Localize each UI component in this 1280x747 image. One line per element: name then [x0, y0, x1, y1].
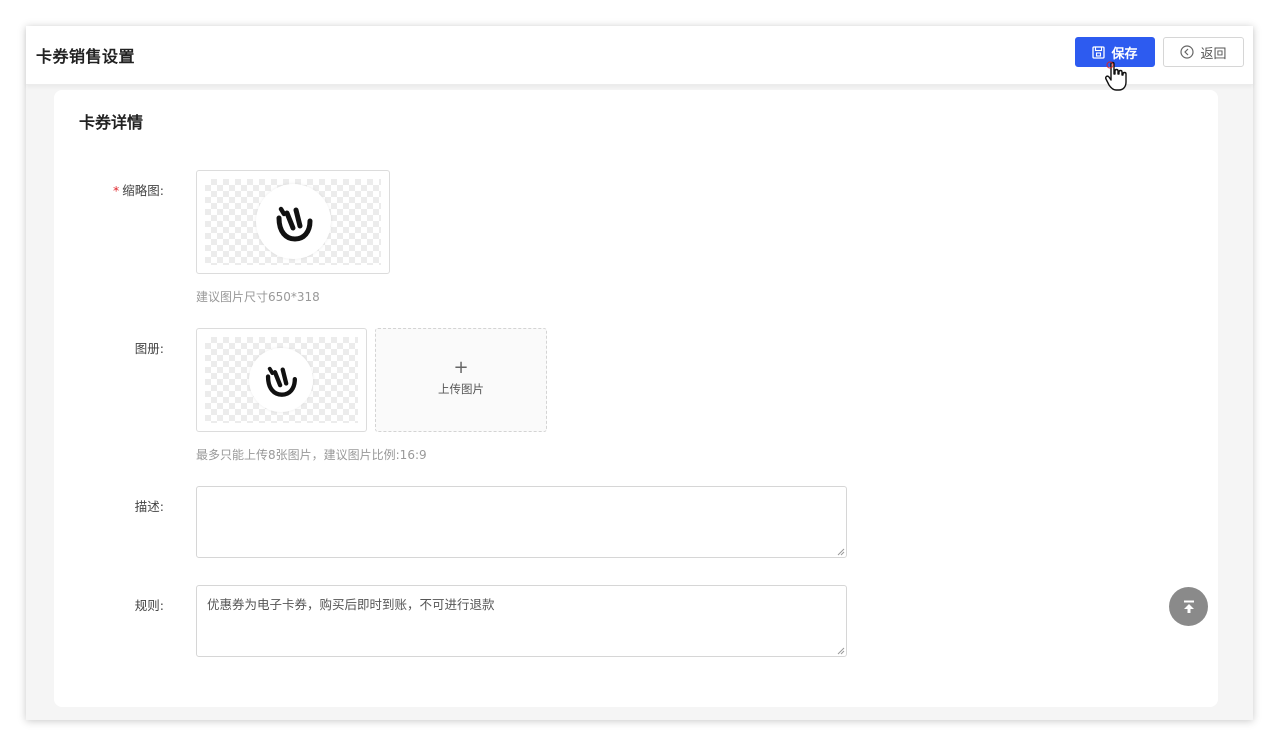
description-label: 描述: — [134, 499, 164, 514]
album-image-1[interactable] — [196, 328, 367, 432]
back-to-top-button[interactable] — [1169, 587, 1208, 626]
rules-label: 规则: — [134, 598, 164, 613]
save-button-label: 保存 — [1111, 46, 1138, 62]
resize-grip-icon[interactable] — [836, 646, 845, 655]
thumbnail-image[interactable] — [196, 170, 390, 274]
card-title: 卡券详情 — [79, 113, 144, 132]
resize-grip-icon[interactable] — [836, 547, 845, 556]
back-button-label: 返回 — [1200, 46, 1227, 62]
brand-logo-icon — [256, 184, 331, 259]
save-icon — [1092, 45, 1106, 59]
required-mark: * — [113, 183, 120, 198]
album-hint: 最多只能上传8张图片，建议图片比例:16:9 — [196, 448, 427, 462]
page-header: 卡券销售设置 保存 返回 — [26, 26, 1253, 85]
plus-icon: + — [453, 357, 469, 378]
arrow-up-to-line-icon — [1183, 600, 1194, 613]
album-label: 图册: — [134, 341, 164, 356]
thumbnail-hint: 建议图片尺寸650*318 — [196, 290, 320, 304]
thumbnail-label: * 缩略图: — [54, 180, 164, 199]
upload-image-label: 上传图片 — [438, 382, 484, 396]
settings-panel: 卡券销售设置 保存 返回 卡券详情 * 缩略图: 建议图片尺寸650*318 图… — [26, 26, 1253, 720]
thumbnail-label-text: 缩略图: — [122, 183, 164, 198]
rules-value: 优惠券为电子卡券，购买后即时到账，不可进行退款 — [207, 597, 495, 612]
coupon-detail-card: 卡券详情 * 缩略图: 建议图片尺寸650*318 图册: + 上传图片 最多只… — [54, 90, 1218, 707]
back-button[interactable]: 返回 — [1163, 37, 1244, 67]
upload-image-button[interactable]: + 上传图片 — [375, 328, 547, 432]
description-textarea[interactable] — [196, 486, 847, 558]
hand-pointer-icon — [1105, 61, 1127, 91]
page-title: 卡券销售设置 — [36, 47, 136, 66]
rules-textarea[interactable]: 优惠券为电子卡券，购买后即时到账，不可进行退款 — [196, 585, 847, 657]
circle-arrow-left-icon — [1180, 45, 1195, 59]
brand-logo-icon — [249, 348, 313, 412]
